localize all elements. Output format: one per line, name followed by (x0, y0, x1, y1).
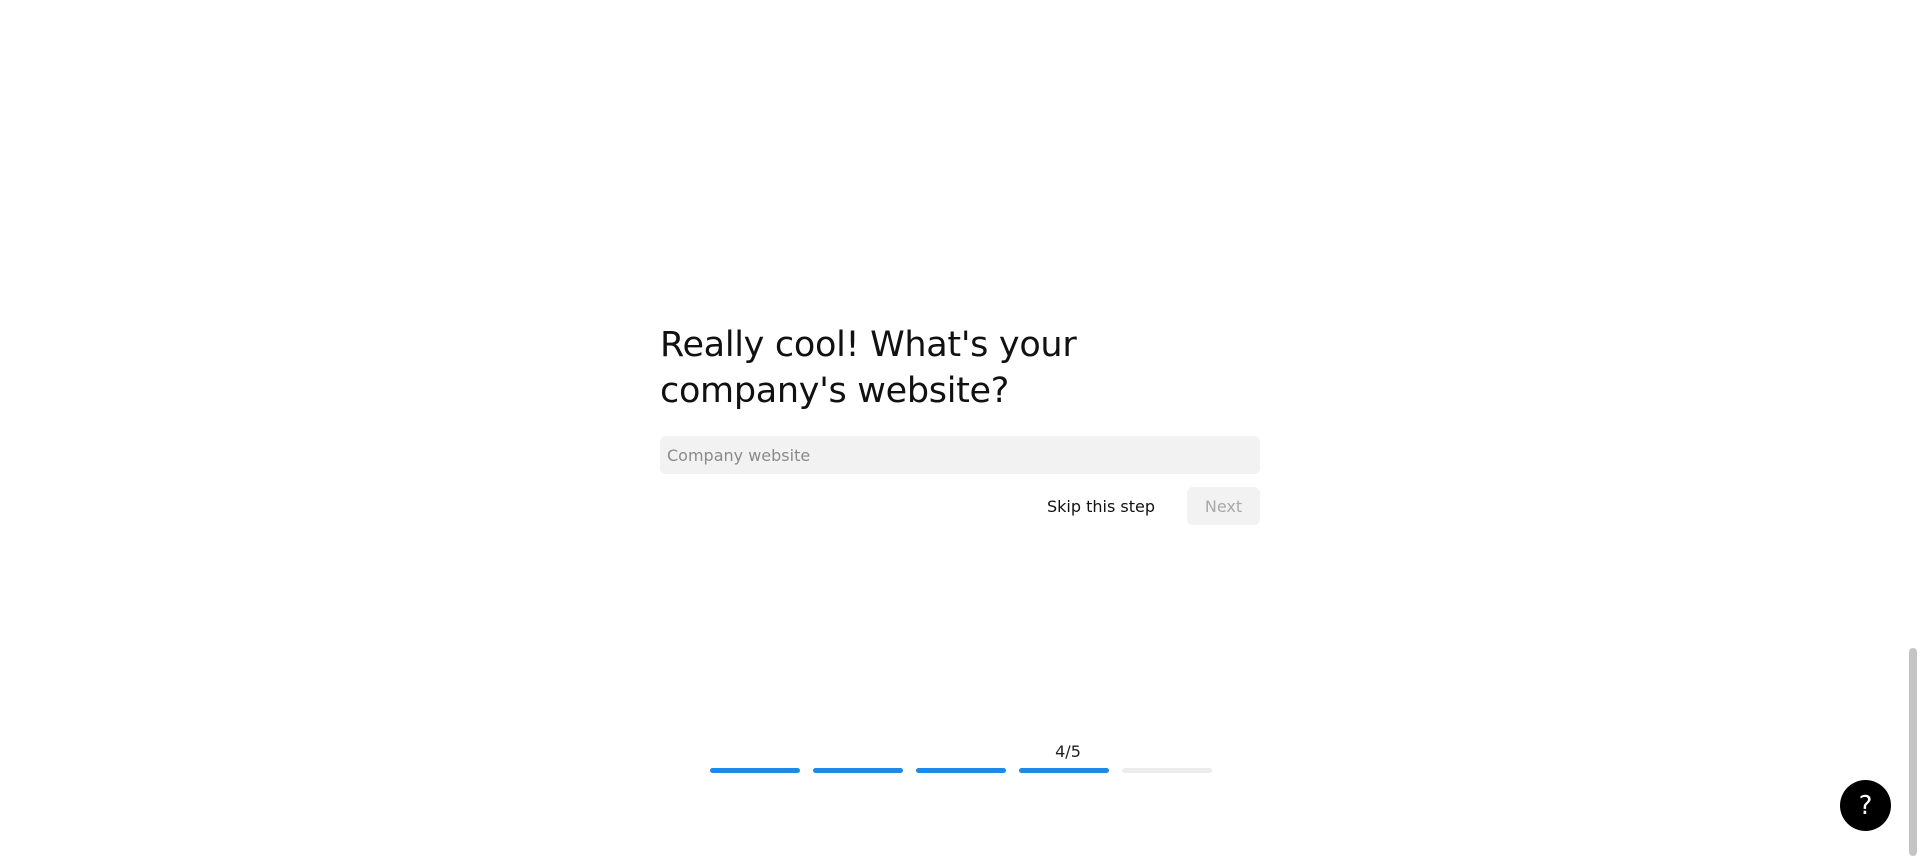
question-title: Really cool! What's your company's websi… (660, 325, 1077, 411)
progress-bars (710, 768, 1212, 773)
website-step-form: Really cool! What's your company's websi… (660, 322, 1260, 525)
progress-segment-5 (1122, 768, 1212, 773)
question-mark-icon: ? (1858, 790, 1873, 821)
skip-step-button[interactable]: Skip this step (1037, 487, 1165, 525)
progress-segment-1 (710, 768, 800, 773)
next-button[interactable]: Next (1187, 487, 1260, 525)
progress-label: 4/5 (1055, 742, 1081, 761)
onboarding-page: Really cool! What's your company's websi… (0, 0, 1920, 860)
progress-segment-4 (1019, 768, 1109, 773)
progress-segment-3 (916, 768, 1006, 773)
step-actions: Skip this step Next (660, 487, 1260, 525)
scrollbar[interactable] (1905, 0, 1920, 860)
help-button[interactable]: ? (1840, 780, 1891, 831)
scrollbar-thumb[interactable] (1909, 648, 1917, 856)
company-website-input[interactable] (660, 436, 1260, 474)
progress-segment-2 (813, 768, 903, 773)
